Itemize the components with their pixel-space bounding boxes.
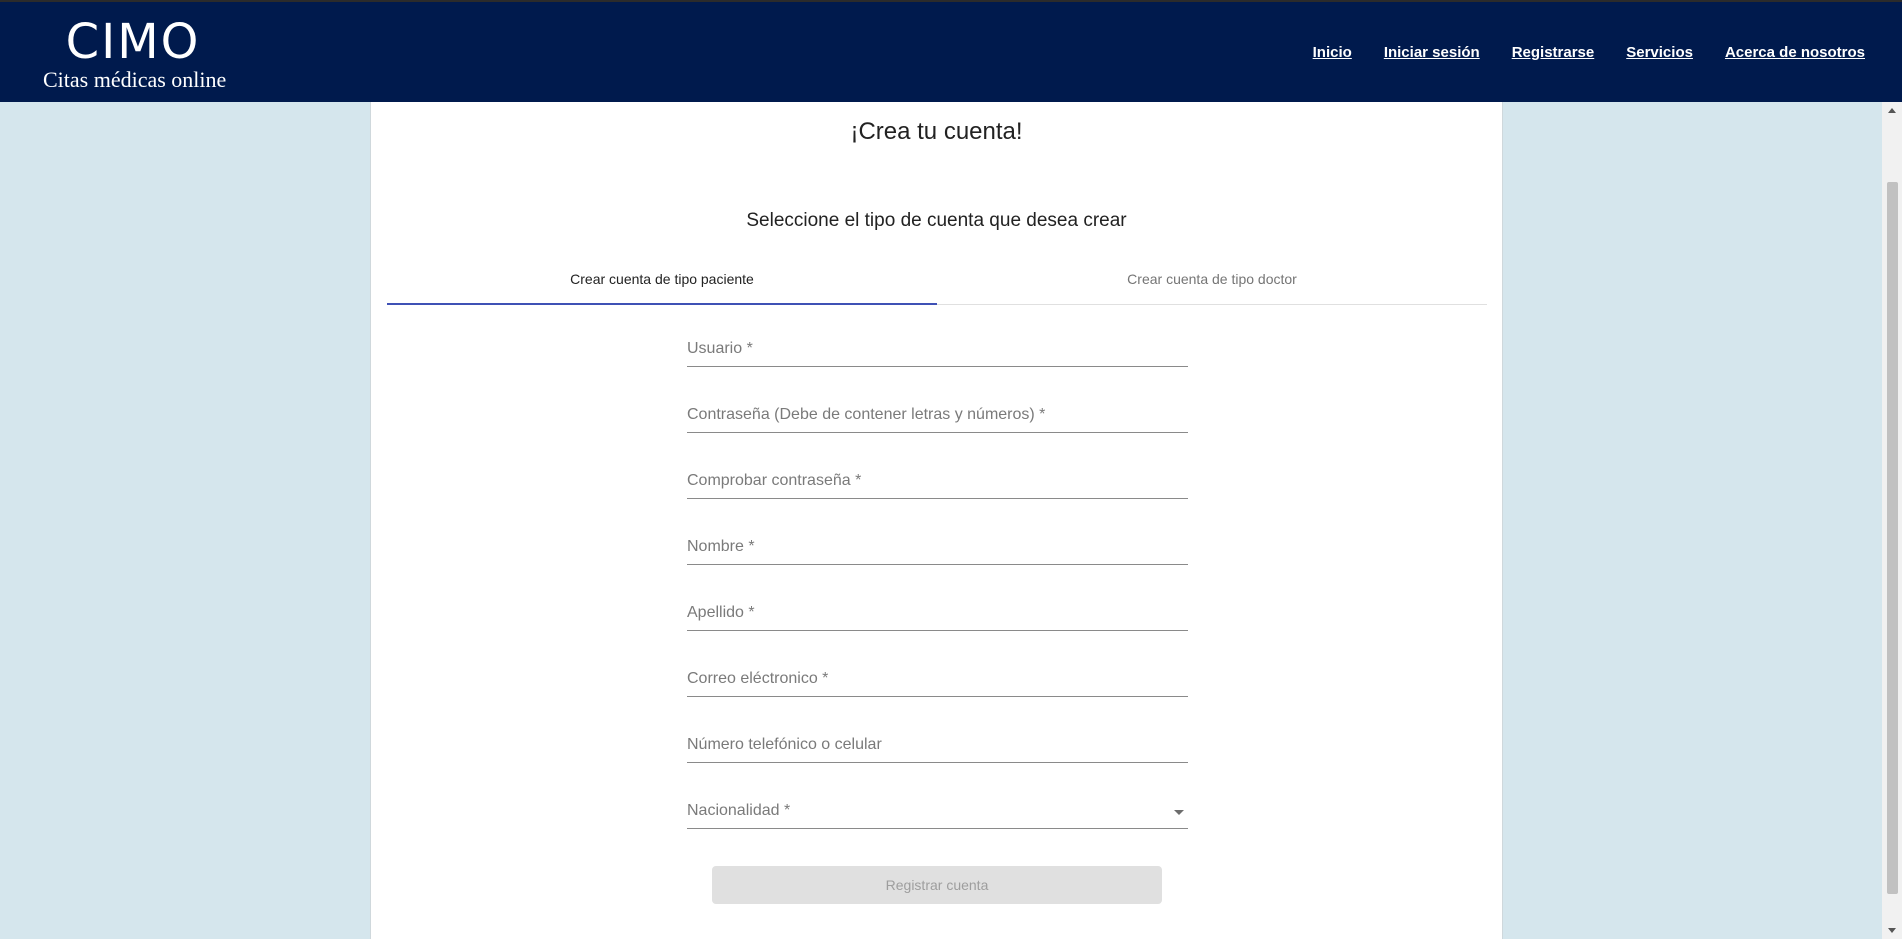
phone-label: Número telefónico o celular — [687, 736, 882, 753]
password-label: Contraseña (Debe de contener letras y nú… — [687, 406, 1046, 423]
field-underline — [687, 564, 1188, 565]
nav-link-servicios[interactable]: Servicios — [1626, 44, 1693, 61]
scroll-down-arrow-icon[interactable] — [1888, 928, 1896, 933]
logo-title: CIMO — [65, 14, 201, 70]
register-card: ¡Crea tu cuenta! Seleccione el tipo de c… — [370, 102, 1503, 939]
nav-link-iniciar-sesion[interactable]: Iniciar sesión — [1384, 44, 1480, 61]
top-navbar: CIMO Citas médicas online Inicio Iniciar… — [0, 0, 1902, 102]
chevron-down-icon — [1174, 810, 1184, 815]
logo[interactable]: CIMO Citas médicas online — [43, 14, 227, 92]
confirm-password-label: Comprobar contraseña * — [687, 472, 862, 489]
first-name-label: Nombre * — [687, 538, 755, 555]
nav-link-acerca-de-nosotros[interactable]: Acerca de nosotros — [1725, 44, 1865, 61]
logo-subtitle: Citas médicas online — [43, 67, 227, 92]
nationality-select[interactable]: Nacionalidad * — [687, 786, 1188, 852]
username-label: Usuario * — [687, 340, 753, 357]
field-underline — [687, 432, 1188, 433]
nav-links: Inicio Iniciar sesión Registrarse Servic… — [1313, 2, 1865, 102]
last-name-field[interactable]: Apellido * — [687, 588, 1188, 654]
field-underline — [687, 630, 1188, 631]
register-button[interactable]: Registrar cuenta — [712, 866, 1162, 904]
account-type-tabs: Crear cuenta de tipo paciente Crear cuen… — [387, 254, 1487, 305]
nav-link-inicio[interactable]: Inicio — [1313, 44, 1352, 61]
field-underline — [687, 366, 1188, 367]
tab-doctor-account[interactable]: Crear cuenta de tipo doctor — [937, 254, 1487, 304]
nav-link-registrarse[interactable]: Registrarse — [1512, 44, 1595, 61]
first-name-field[interactable]: Nombre * — [687, 522, 1188, 588]
register-form: Usuario * Contraseña (Debe de contener l… — [687, 324, 1188, 852]
last-name-label: Apellido * — [687, 604, 755, 621]
field-underline — [687, 828, 1188, 829]
field-underline — [687, 762, 1188, 763]
username-field[interactable]: Usuario * — [687, 324, 1188, 390]
scroll-thumb[interactable] — [1887, 182, 1898, 894]
field-underline — [687, 498, 1188, 499]
page-scrollbar[interactable] — [1882, 102, 1902, 939]
account-type-prompt: Seleccione el tipo de cuenta que desea c… — [746, 210, 1127, 231]
confirm-password-field[interactable]: Comprobar contraseña * — [687, 456, 1188, 522]
tab-patient-account[interactable]: Crear cuenta de tipo paciente — [387, 254, 937, 305]
scroll-up-arrow-icon[interactable] — [1888, 108, 1896, 113]
page-title: ¡Crea tu cuenta! — [850, 118, 1023, 145]
nationality-label: Nacionalidad * — [687, 802, 791, 819]
field-underline — [687, 696, 1188, 697]
email-label: Correo eléctronico * — [687, 670, 829, 687]
phone-field[interactable]: Número telefónico o celular — [687, 720, 1188, 786]
email-field[interactable]: Correo eléctronico * — [687, 654, 1188, 720]
password-field[interactable]: Contraseña (Debe de contener letras y nú… — [687, 390, 1188, 456]
